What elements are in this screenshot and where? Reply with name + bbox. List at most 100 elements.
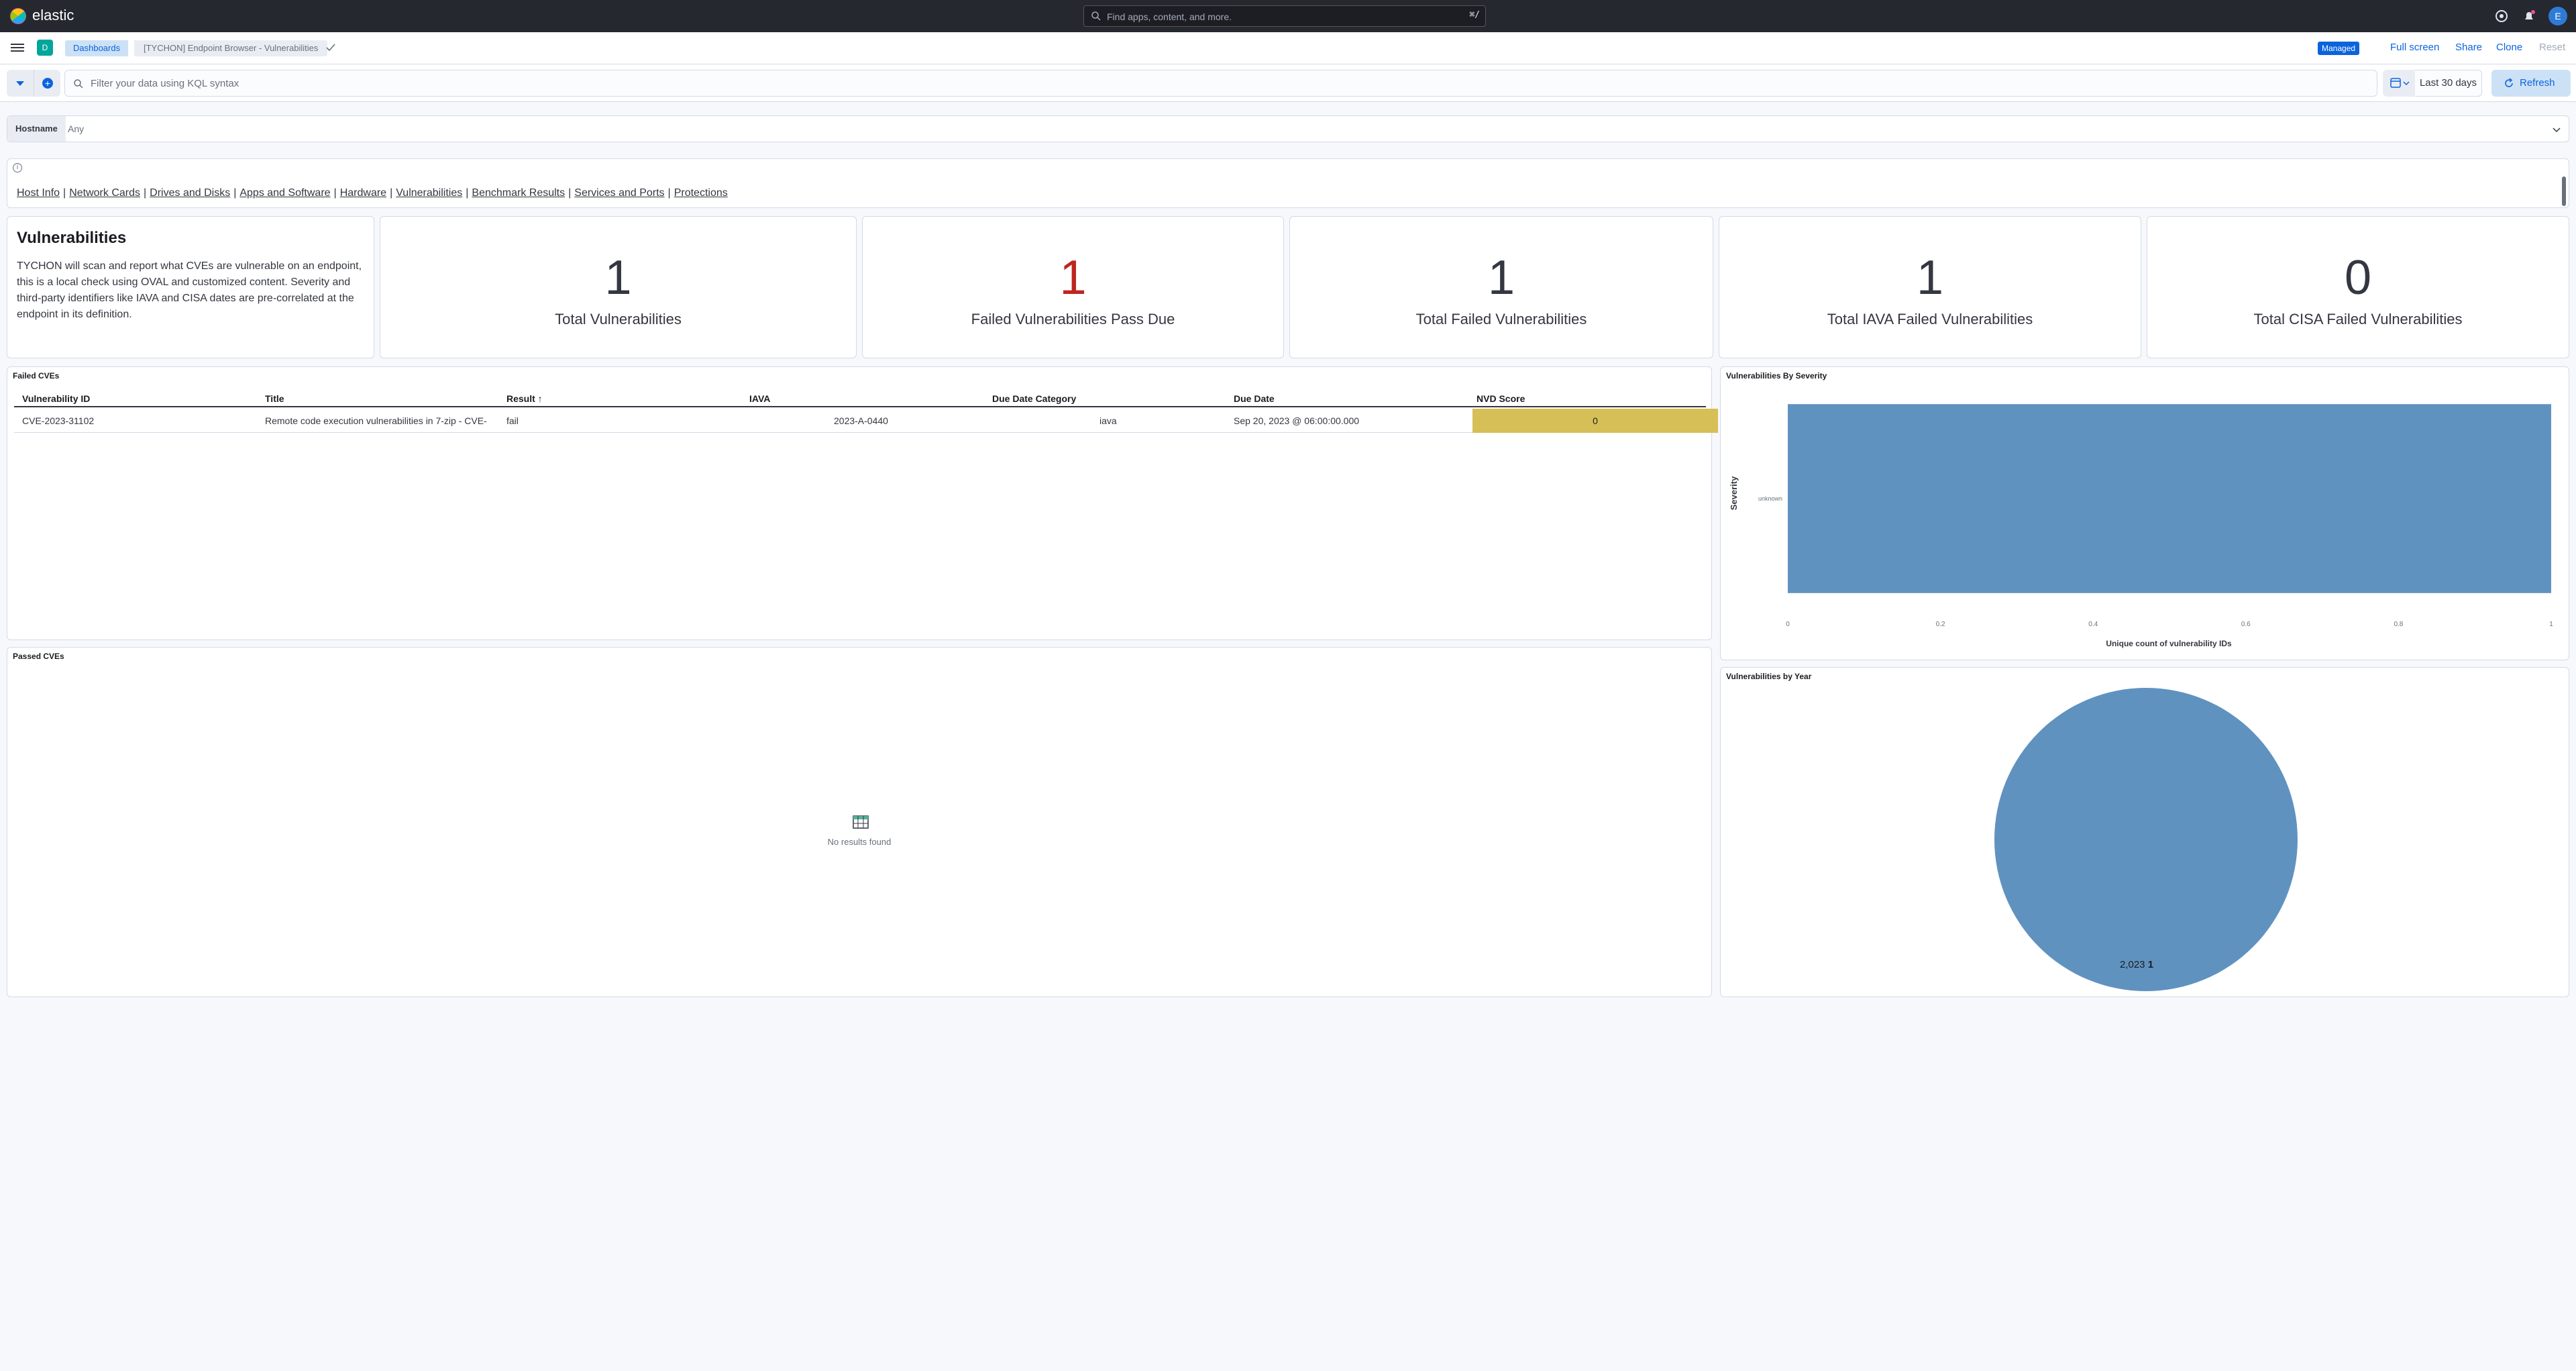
metric-value: 1	[1059, 251, 1087, 305]
kql-search-input[interactable]: Filter your data using KQL syntax	[64, 70, 2377, 97]
share-button[interactable]: Share	[2455, 42, 2482, 53]
metric-cisa-failed: 0 Total CISA Failed Vulnerabilities	[2147, 216, 2569, 358]
column-header-iava[interactable]: IAVA	[749, 393, 770, 404]
info-icon[interactable]: i	[13, 163, 22, 172]
table-icon	[853, 815, 869, 829]
user-avatar[interactable]: E	[2548, 7, 2567, 26]
notifications-icon[interactable]	[2521, 8, 2537, 24]
navigation-panel: i Host Info | Network Cards | Drives and Dis…	[7, 158, 2569, 208]
global-header: elastic Find apps, content, and more. ⌘/…	[0, 0, 2576, 32]
x-tick-label: 1	[2549, 621, 2553, 628]
chevron-down-icon[interactable]	[2551, 124, 2562, 135]
date-picker-button[interactable]	[2383, 70, 2415, 97]
table-row[interactable]: CVE-2023-31102 Remote code execution vul…	[14, 409, 1718, 433]
nav-link-vulnerabilities[interactable]: Vulnerabilities	[396, 187, 462, 199]
date-range-display[interactable]: Last 30 days	[2415, 70, 2482, 97]
search-placeholder: Find apps, content, and more.	[1107, 11, 1232, 22]
passed-cves-panel: Passed CVEs No results found	[7, 647, 1712, 997]
x-tick-label: 0.8	[2394, 621, 2403, 628]
filter-menu-button[interactable]	[7, 70, 34, 97]
panel-title: Failed CVEs	[13, 371, 60, 380]
hostname-value[interactable]: Any	[68, 123, 84, 134]
metric-label: Total CISA Failed Vulnerabilities	[2253, 311, 2463, 327]
metric-total-failed: 1 Total Failed Vulnerabilities	[1289, 216, 1713, 358]
nav-links: Host Info | Network Cards | Drives and Disks…	[17, 187, 728, 199]
vulnerabilities-intro-panel: Vulnerabilities TYCHON will scan and rep…	[7, 216, 374, 358]
nav-link-hardware[interactable]: Hardware	[340, 187, 386, 199]
nav-link-services-and-ports[interactable]: Services and Ports	[574, 187, 664, 199]
column-header-vulnerability-id[interactable]: Vulnerability ID	[22, 393, 90, 404]
refresh-icon	[2505, 78, 2513, 87]
table-header: Vulnerability ID Title Result ↑ IAVA Due…	[14, 390, 1706, 407]
breadcrumb-dashboards[interactable]: Dashboards	[65, 40, 129, 56]
global-search-input[interactable]: Find apps, content, and more. ⌘/	[1083, 5, 1486, 27]
column-header-due-date[interactable]: Due Date	[1234, 393, 1275, 404]
refresh-button[interactable]: Refresh	[2491, 70, 2571, 97]
severity-chart-panel: Vulnerabilities By Severity Severity Uni…	[1720, 366, 2569, 660]
x-axis-label: Unique count of vulnerability IDs	[2106, 639, 2232, 648]
y-axis-label: Severity	[1729, 476, 1739, 510]
nav-link-protections[interactable]: Protections	[674, 187, 728, 199]
calendar-icon	[2390, 78, 2410, 88]
space-avatar[interactable]: D	[37, 40, 53, 56]
metric-value: 1	[1916, 251, 1944, 305]
cell-due-date: Sep 20, 2023 @ 06:00:00.000	[1234, 415, 1360, 426]
empty-state-text: No results found	[827, 837, 892, 847]
nav-link-benchmark-results[interactable]: Benchmark Results	[472, 187, 565, 199]
metric-value: 1	[604, 251, 632, 305]
nav-link-drives-and-disks[interactable]: Drives and Disks	[150, 187, 230, 199]
failed-cves-panel: Failed CVEs Vulnerability ID Title Resul…	[7, 366, 1718, 640]
y-tick-label: unknown	[1758, 495, 1782, 502]
x-tick-label: 0.6	[2241, 621, 2251, 628]
metric-failed-pass-due: 1 Failed Vulnerabilities Pass Due	[862, 216, 1284, 358]
menu-icon[interactable]	[11, 42, 24, 55]
year-chart-panel: Vulnerabilities by Year 2,023 1	[1720, 667, 2569, 997]
column-header-nvd-score[interactable]: NVD Score	[1477, 393, 1525, 404]
metric-label: Total Vulnerabilities	[555, 311, 682, 327]
column-header-result[interactable]: Result ↑	[506, 393, 543, 404]
cell-iava: 2023-A-0440	[834, 415, 888, 426]
x-tick-label: 0.4	[2088, 621, 2098, 628]
cell-due-category: iava	[1099, 415, 1117, 426]
cell-nvd-score: 0	[1472, 409, 1718, 433]
scrollbar[interactable]	[2562, 176, 2566, 206]
plus-icon: +	[42, 78, 53, 89]
column-header-due-date-category[interactable]: Due Date Category	[992, 393, 1076, 404]
refresh-label: Refresh	[2520, 77, 2555, 89]
filter-icon	[16, 81, 24, 86]
help-icon[interactable]	[2493, 8, 2510, 24]
elastic-logo-text[interactable]: elastic	[32, 7, 74, 24]
hostname-control[interactable]: Hostname Any	[7, 115, 2569, 142]
kql-placeholder: Filter your data using KQL syntax	[91, 78, 239, 89]
cell-title: Remote code execution vulnerabilities in…	[265, 415, 487, 426]
managed-badge[interactable]: Managed	[2318, 42, 2360, 55]
panel-title: Passed CVEs	[13, 652, 64, 661]
metric-label: Total Failed Vulnerabilities	[1415, 311, 1587, 327]
check-icon	[326, 44, 335, 52]
clone-button[interactable]: Clone	[2496, 42, 2522, 53]
column-header-title[interactable]: Title	[265, 393, 284, 404]
x-tick-label: 0	[1786, 621, 1790, 628]
search-icon	[1091, 11, 1101, 21]
cell-result: fail	[506, 415, 519, 426]
metric-value: 0	[2344, 251, 2372, 305]
query-bar: + Filter your data using KQL syntax Last…	[0, 64, 2576, 102]
add-filter-button[interactable]: +	[34, 70, 60, 97]
x-tick-label: 0.2	[1936, 621, 1945, 628]
intro-title: Vulnerabilities	[17, 229, 127, 247]
metric-iava-failed: 1 Total IAVA Failed Vulnerabilities	[1719, 216, 2141, 358]
nav-link-network-cards[interactable]: Network Cards	[69, 187, 140, 199]
metric-total-vulnerabilities: 1 Total Vulnerabilities	[380, 216, 857, 358]
nav-link-host-info[interactable]: Host Info	[17, 187, 60, 199]
metric-label: Total IAVA Failed Vulnerabilities	[1827, 311, 2033, 327]
reset-button[interactable]: Reset	[2539, 42, 2565, 53]
bar	[1788, 404, 2551, 593]
breadcrumb-current: [TYCHON] Endpoint Browser - Vulnerabilit…	[134, 40, 328, 56]
year-pie-chart: 2,023 1	[1994, 688, 2298, 991]
elastic-logo-icon[interactable]	[9, 7, 27, 25]
full-screen-button[interactable]: Full screen	[2390, 42, 2439, 53]
cell-vulnerability-id: CVE-2023-31102	[22, 415, 95, 426]
nav-link-apps-and-software[interactable]: Apps and Software	[239, 187, 330, 199]
slice-label: 2,023 1	[2120, 959, 2153, 970]
search-icon	[74, 79, 83, 89]
